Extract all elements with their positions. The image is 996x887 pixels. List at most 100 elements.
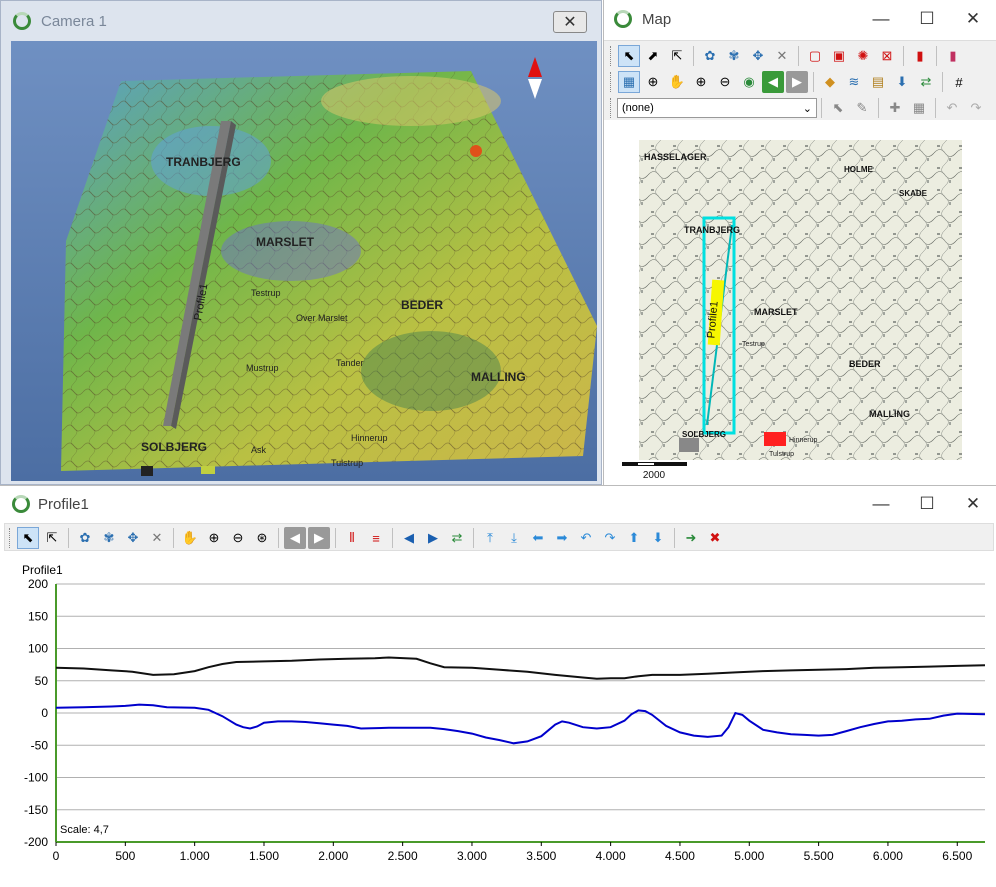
camera-titlebar[interactable]: Camera 1 ✕	[1, 1, 601, 41]
x-tick-label: 5.500	[804, 849, 834, 863]
scale-bar-label: 2000	[643, 470, 666, 481]
select-list-icon[interactable]: ⇱	[666, 45, 688, 67]
marker-red-icon[interactable]: ▮	[909, 45, 931, 67]
close-button[interactable]: ✕	[950, 0, 996, 38]
select-region-icon[interactable]: ⬈	[642, 45, 664, 67]
undo-icon[interactable]: ↶	[941, 97, 963, 119]
pan-hand-icon[interactable]: ✋	[179, 527, 201, 549]
delete-icon[interactable]: ✕	[146, 527, 168, 549]
layer-add-icon[interactable]: ◆	[819, 71, 841, 93]
map-label: MARSLET	[754, 307, 798, 317]
redo-icon[interactable]: ↷	[965, 97, 987, 119]
camera-close-button[interactable]: ✕	[553, 11, 587, 33]
back-arrow-icon[interactable]: ◀	[762, 71, 784, 93]
map-label: Tulstrup	[331, 458, 363, 468]
north-arrow-icon	[528, 57, 542, 99]
zoom-extent-icon[interactable]: ⊛	[251, 527, 273, 549]
zoom-window-icon[interactable]: ⊕	[642, 71, 664, 93]
terrain-3d-view: Profile1 TRANBJERG MARSLET BEDER MALLING…	[61, 71, 597, 476]
layer-select[interactable]: (none) ⌄	[617, 98, 817, 118]
back-arrow-icon[interactable]: ◀	[284, 527, 306, 549]
scale-bar	[622, 462, 687, 466]
move-top-icon[interactable]: ⤒	[479, 527, 501, 549]
edit-object-icon[interactable]: ✿	[699, 45, 721, 67]
x-tick-label: 500	[115, 849, 135, 863]
marker-multi-icon[interactable]: ▮	[942, 45, 964, 67]
map-label: Over Marslet	[296, 313, 348, 323]
minimize-button[interactable]: —	[858, 486, 904, 522]
zoom-in-icon[interactable]: ⊕	[203, 527, 225, 549]
map-label: Testrup	[742, 341, 765, 348]
draw-cross-icon[interactable]: ⊠	[876, 45, 898, 67]
swap-icon[interactable]: ⇄	[446, 527, 468, 549]
rotate-left-icon[interactable]: ↶	[575, 527, 597, 549]
layer-grid-icon[interactable]: ▦	[618, 71, 640, 93]
zoom-out-icon[interactable]: ⊖	[714, 71, 736, 93]
scale-text: Scale: 4,7	[60, 824, 109, 836]
zoom-in-icon[interactable]: ⊕	[690, 71, 712, 93]
rotate-right-icon[interactable]: ↷	[599, 527, 621, 549]
map-label: Ask	[251, 445, 267, 455]
maximize-button[interactable]: ☐	[904, 486, 950, 522]
download-icon[interactable]: ⬇	[891, 71, 913, 93]
map-label: BEDER	[401, 298, 443, 312]
select-list-icon[interactable]: ⇱	[41, 527, 63, 549]
add-icon[interactable]: ✚	[884, 97, 906, 119]
zoom-out-icon[interactable]: ⊖	[227, 527, 249, 549]
draw-square-icon[interactable]: ▣	[828, 45, 850, 67]
map-canvas[interactable]: Profile1 HASSELAGER TRANBJERG MARSLET BE…	[604, 120, 996, 485]
close-button[interactable]: ✕	[950, 486, 996, 522]
layers-stack-icon[interactable]: ≋	[843, 71, 865, 93]
profile-title: Profile1	[38, 495, 89, 513]
camera-viewport[interactable]: Profile1 TRANBJERG MARSLET BEDER MALLING…	[11, 41, 597, 481]
draw-gear-icon[interactable]: ✺	[852, 45, 874, 67]
map-label: Hinnerup	[789, 437, 818, 444]
forward-arrow-icon[interactable]: ▶	[786, 71, 808, 93]
pan-hand-icon[interactable]: ✋	[666, 71, 688, 93]
series-line-1	[55, 703, 986, 745]
move-object-icon[interactable]: ✥	[122, 527, 144, 549]
refresh-icon[interactable]: ⇄	[915, 71, 937, 93]
layer-properties-icon[interactable]: ▤	[867, 71, 889, 93]
profile-chart[interactable]: Profile1 200 150 100 50 0 -50 -100 -150 -200 0 50…	[0, 554, 996, 884]
map-label: SOLBJERG	[141, 440, 207, 454]
map-label: Mustrup	[246, 363, 279, 373]
y-tick-label: 100	[28, 642, 48, 656]
table-icon[interactable]: ▦	[908, 97, 930, 119]
move-down-icon[interactable]: ⬇	[647, 527, 669, 549]
export-icon[interactable]: ➜	[680, 527, 702, 549]
map-window: Map — ☐ ✕ ⬉ ⬈ ⇱ ✿ ✾ ✥ ✕ ▢ ▣ ✺ ⊠ ▮ ▮ ▦ ⊕ …	[603, 0, 996, 485]
delete-icon[interactable]: ✕	[771, 45, 793, 67]
map-label: MALLING	[471, 370, 526, 384]
minimize-button[interactable]: —	[858, 0, 904, 38]
move-bottom-icon[interactable]: ⤓	[503, 527, 525, 549]
remove-export-icon[interactable]: ✖	[704, 527, 726, 549]
edit-node-icon[interactable]: ✾	[98, 527, 120, 549]
select-arrow-icon[interactable]: ⬉	[618, 45, 640, 67]
grid-icon[interactable]: #	[948, 71, 970, 93]
move-left-icon[interactable]: ⬅	[527, 527, 549, 549]
y-tick-label: -150	[24, 803, 48, 817]
move-right-icon[interactable]: ➡	[551, 527, 573, 549]
edit-node-icon[interactable]: ✾	[723, 45, 745, 67]
maximize-button[interactable]: ☐	[904, 0, 950, 38]
y-tick-label: 0	[41, 706, 48, 720]
x-tick-label: 4.500	[665, 849, 695, 863]
map-titlebar[interactable]: Map — ☐ ✕	[604, 0, 996, 38]
profile-titlebar[interactable]: Profile1 — ☐ ✕	[0, 486, 996, 522]
forward-arrow-icon[interactable]: ▶	[308, 527, 330, 549]
map-label: HOLME	[844, 165, 874, 174]
next-icon[interactable]: ▶	[422, 527, 444, 549]
chevron-down-icon: ⌄	[802, 102, 812, 115]
edit-object-icon[interactable]: ✿	[74, 527, 96, 549]
globe-icon[interactable]: ◉	[738, 71, 760, 93]
move-object-icon[interactable]: ✥	[747, 45, 769, 67]
horizontal-lines-icon[interactable]: ≡	[365, 527, 387, 549]
vertical-lines-icon[interactable]: ⦀	[341, 527, 363, 549]
draw-rectangle-icon[interactable]: ▢	[804, 45, 826, 67]
move-up-icon[interactable]: ⬆	[623, 527, 645, 549]
pick-icon[interactable]: ⬉	[827, 97, 849, 119]
previous-icon[interactable]: ◀	[398, 527, 420, 549]
select-arrow-icon[interactable]: ⬉	[17, 527, 39, 549]
pick-edit-icon[interactable]: ✎	[851, 97, 873, 119]
